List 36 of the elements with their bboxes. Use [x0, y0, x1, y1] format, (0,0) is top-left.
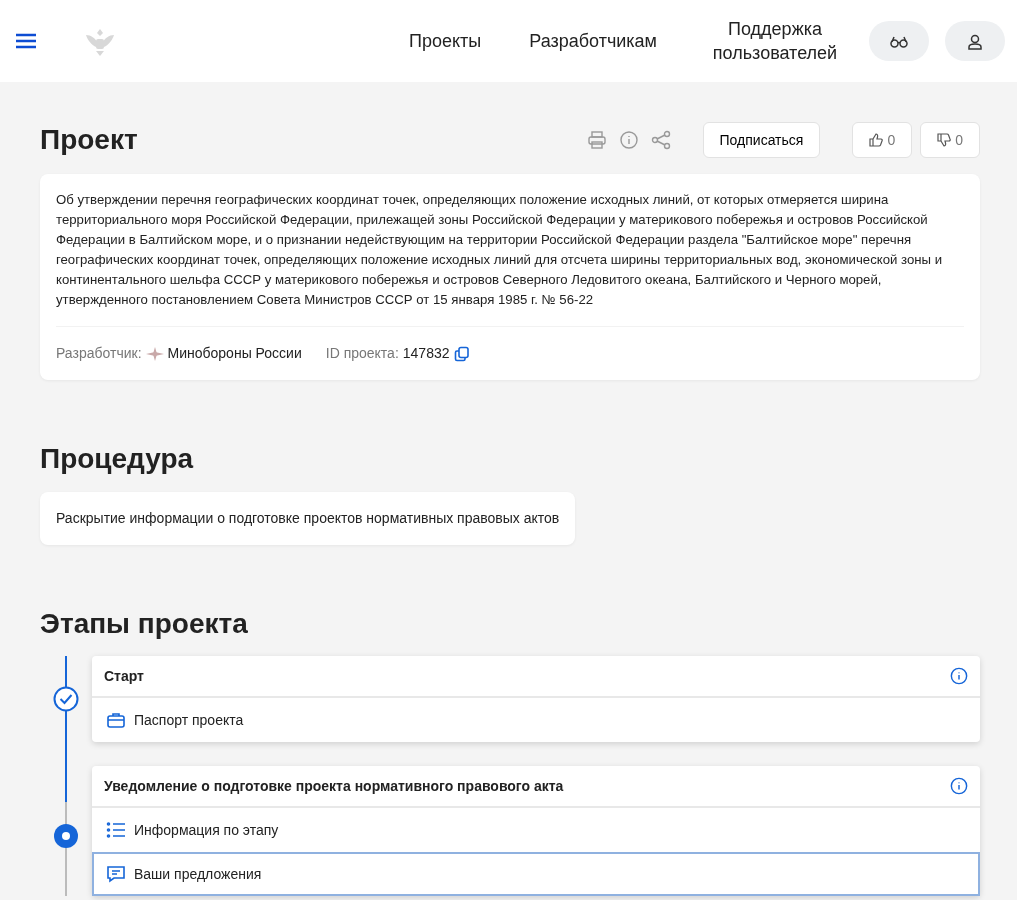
- developer-label: Разработчик:: [56, 344, 142, 363]
- project-id: 147832: [402, 344, 450, 363]
- stage-link[interactable]: Информация по этапу: [92, 808, 980, 853]
- section-title: Проект: [40, 123, 138, 157]
- briefcase-icon: [106, 710, 126, 731]
- section-title: Процедура: [40, 442, 195, 476]
- like-button[interactable]: 0: [852, 122, 913, 158]
- info-icon[interactable]: [618, 130, 639, 150]
- section-title: Этапы проекта: [40, 606, 249, 641]
- stage-link[interactable]: Ваши предложения: [92, 852, 980, 897]
- procedure-card: Раскрытие информации о подготовке проектов нормативных правовых актов: [40, 491, 576, 545]
- emblem-icon: [145, 346, 164, 361]
- copy-icon[interactable]: [453, 345, 470, 362]
- nav-link[interactable]: Проекты: [409, 29, 482, 53]
- user-button[interactable]: [945, 21, 1005, 61]
- user-icon: [968, 33, 982, 50]
- menu-icon[interactable]: [16, 33, 36, 49]
- stage-title: Старт: [104, 666, 144, 686]
- developer-name[interactable]: Минобороны России: [167, 343, 302, 364]
- glasses-button[interactable]: [869, 21, 929, 61]
- info-icon[interactable]: [950, 777, 968, 796]
- thumbs-down-icon: [937, 133, 952, 147]
- glasses-icon: [890, 35, 908, 48]
- project-description: Об утверждении перечня географических координат точек, определяющих положение исходных линий, от которых отмеряется ширина территориального моря Российской Федерации, прилежащей зоны Российской Федерации у материкового побережья и островов Российской Федерации в Балтийском море, и о признании недействующим на территории Российской Федерации раздела "Балтийское море" перечня географических координат точек, определяющих положение исходных линий для отсчета ширины территориальных вод, экономической зоны и континентального шельфа СССР у материкового побережья и островов Северного Ледовитого океана, Балтийского и Черного морей, утвержденного постановлением Совета Министров СССР от 15 января 1985 г. № 56-22: [56, 191, 944, 309]
- comment-icon: [106, 864, 126, 885]
- nav-link[interactable]: Разработчикам: [529, 29, 657, 53]
- thumbs-up-icon: [869, 133, 884, 147]
- share-icon[interactable]: [650, 130, 671, 150]
- list-icon: [106, 820, 126, 841]
- info-icon[interactable]: [950, 667, 968, 686]
- stage-link[interactable]: Паспорт проекта: [92, 698, 980, 743]
- stage-title: Уведомление о подготовке проекта нормативного правового акта: [104, 776, 564, 796]
- dislike-button[interactable]: 0: [920, 122, 980, 158]
- subscribe-button[interactable]: Подписаться: [702, 122, 821, 158]
- id-label: ID проекта:: [325, 344, 399, 363]
- nav-link[interactable]: Поддержка пользователей: [705, 17, 845, 65]
